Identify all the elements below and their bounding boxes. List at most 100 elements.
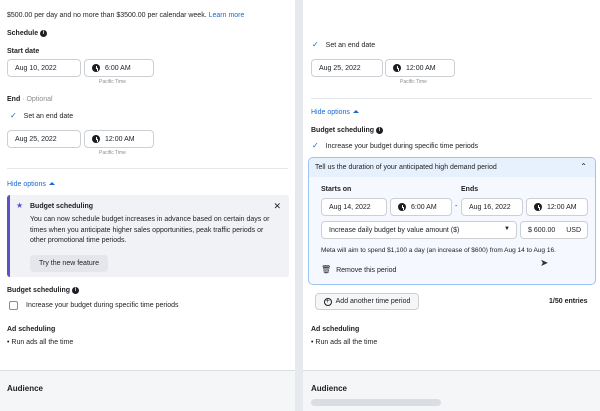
period-end-date-field[interactable]: Aug 16, 2022 bbox=[461, 198, 523, 216]
add-time-period-button[interactable]: + Add another time period bbox=[315, 293, 419, 310]
start-time-value: 6:00 AM bbox=[105, 64, 131, 72]
spend-note: $500.00 per day and no more than $3500.0… bbox=[7, 12, 244, 19]
add-time-period-label: Add another time period bbox=[335, 298, 411, 305]
ad-scheduling-title: Ad scheduling bbox=[311, 326, 360, 333]
end-time-field[interactable]: 12:00 AM bbox=[84, 130, 154, 148]
starts-on-label: Starts on bbox=[321, 186, 352, 193]
set-end-date-label: Set an end date bbox=[23, 113, 74, 120]
end-timezone: Pacific Time bbox=[99, 150, 126, 156]
range-dash: - bbox=[455, 203, 458, 210]
dropdown-caret-icon: ▼ bbox=[504, 226, 510, 232]
info-icon[interactable]: i bbox=[40, 30, 48, 37]
end-date-field[interactable]: Aug 25, 2022 bbox=[311, 59, 383, 77]
period-end-date-value: Aug 16, 2022 bbox=[469, 203, 511, 211]
meta-spend-note: Meta will aim to spend $1,100 a day (an … bbox=[321, 247, 556, 254]
spend-note-text: $500.00 per day and no more than $3500.0… bbox=[7, 12, 207, 19]
promo-title: Budget scheduling bbox=[30, 203, 93, 210]
budget-scheduling-title: Budget scheduling i bbox=[311, 127, 383, 134]
clock-icon bbox=[92, 135, 100, 143]
period-end-time-value: 12:00 AM bbox=[547, 203, 577, 211]
period-header[interactable]: Tell us the duration of your anticipated… bbox=[309, 158, 595, 177]
end-timezone: Pacific Time bbox=[400, 79, 427, 85]
run-ads-text: • Run ads all the time bbox=[7, 339, 74, 346]
amount-input[interactable]: $ 600.00 USD bbox=[520, 221, 588, 239]
divider bbox=[7, 168, 288, 169]
plus-icon: + bbox=[323, 297, 332, 306]
clock-icon bbox=[92, 64, 100, 72]
time-period-card: Tell us the duration of your anticipated… bbox=[308, 157, 596, 285]
remove-period-button[interactable]: 🗑 Remove this period bbox=[321, 265, 396, 274]
hide-options-text: Hide options bbox=[7, 181, 46, 188]
start-timezone: Pacific Time bbox=[99, 79, 126, 85]
increase-budget-label: Increase your budget during specific tim… bbox=[325, 143, 479, 150]
period-start-time-value: 6:00 AM bbox=[411, 203, 437, 211]
hide-options-text: Hide options bbox=[311, 109, 350, 116]
start-time-field[interactable]: 6:00 AM bbox=[84, 59, 154, 77]
budget-scheduling-promo: ★ Budget scheduling ✕ You can now schedu… bbox=[7, 195, 289, 277]
period-end-time-field[interactable]: 12:00 AM bbox=[526, 198, 588, 216]
currency-label: USD bbox=[566, 226, 581, 234]
checkmark-icon: ✓ bbox=[312, 141, 319, 150]
schedule-title: Schedule i bbox=[7, 30, 48, 37]
increase-budget-check[interactable]: ✓ Increase your budget during specific t… bbox=[312, 141, 478, 150]
end-time-value: 12:00 AM bbox=[406, 64, 436, 72]
right-panel: ✓ Set an end date Aug 25, 2022 12:00 AM … bbox=[303, 0, 600, 411]
trash-icon: 🗑 bbox=[321, 265, 332, 274]
audience-title: Audience bbox=[311, 384, 348, 393]
increase-budget-checkbox[interactable] bbox=[9, 301, 18, 310]
checkmark-icon: ✓ bbox=[10, 111, 17, 120]
try-new-feature-label: Try the new feature bbox=[38, 260, 100, 267]
period-header-text: Tell us the duration of your anticipated… bbox=[315, 164, 497, 171]
budget-scheduling-title: Budget scheduling i bbox=[7, 287, 79, 294]
start-date-label: Start date bbox=[7, 48, 40, 55]
learn-more-link[interactable]: Learn more bbox=[209, 12, 245, 19]
end-date-value: Aug 25, 2022 bbox=[15, 135, 57, 143]
period-start-date-value: Aug 14, 2022 bbox=[329, 203, 371, 211]
end-label: End · Optional bbox=[7, 96, 53, 103]
audience-section: Audience bbox=[0, 370, 295, 411]
run-ads-text: • Run ads all the time bbox=[311, 339, 378, 346]
schedule-title-text: Schedule bbox=[7, 30, 39, 37]
period-start-time-field[interactable]: 6:00 AM bbox=[390, 198, 452, 216]
optional-label: · Optional bbox=[22, 96, 53, 103]
amount-value: $ 600.00 bbox=[528, 226, 556, 234]
clock-icon bbox=[393, 64, 401, 72]
increase-type-value: Increase daily budget by value amount ($… bbox=[329, 226, 460, 234]
increase-budget-label: Increase your budget during specific tim… bbox=[26, 302, 179, 309]
audience-section: Audience bbox=[303, 370, 600, 411]
close-icon[interactable]: ✕ bbox=[273, 201, 281, 212]
end-time-field[interactable]: 12:00 AM bbox=[385, 59, 455, 77]
increase-type-select[interactable]: Increase daily budget by value amount ($… bbox=[321, 221, 517, 239]
hide-options-link[interactable]: Hide options bbox=[7, 181, 55, 188]
chevron-up-icon[interactable]: ⌃ bbox=[580, 162, 587, 171]
end-label-text: End bbox=[7, 96, 21, 103]
set-end-date-check[interactable]: ✓ Set an end date bbox=[312, 40, 375, 49]
info-icon[interactable]: i bbox=[376, 127, 383, 134]
caret-up-icon bbox=[48, 182, 55, 185]
period-start-date-field[interactable]: Aug 14, 2022 bbox=[321, 198, 387, 216]
try-new-feature-button[interactable]: Try the new feature bbox=[30, 255, 108, 272]
ends-label: Ends bbox=[461, 186, 479, 193]
start-date-field[interactable]: Aug 10, 2022 bbox=[7, 59, 81, 77]
clock-icon bbox=[534, 203, 542, 211]
budget-scheduling-title-text: Budget scheduling bbox=[311, 127, 374, 134]
set-end-date-check[interactable]: ✓ Set an end date bbox=[10, 111, 73, 120]
end-date-field[interactable]: Aug 25, 2022 bbox=[7, 130, 81, 148]
clock-icon bbox=[398, 203, 406, 211]
entries-count: 1/50 entries bbox=[549, 298, 588, 305]
start-date-value: Aug 10, 2022 bbox=[15, 64, 57, 72]
checkmark-icon: ✓ bbox=[312, 40, 319, 49]
remove-period-label: Remove this period bbox=[336, 267, 397, 274]
end-date-value: Aug 25, 2022 bbox=[319, 64, 361, 72]
sparkle-icon: ★ bbox=[16, 201, 24, 210]
hide-options-link[interactable]: Hide options bbox=[311, 109, 359, 116]
caret-up-icon bbox=[352, 110, 359, 113]
divider bbox=[311, 98, 592, 99]
budget-scheduling-title-text: Budget scheduling bbox=[7, 287, 70, 294]
loading-placeholder bbox=[311, 399, 441, 406]
cursor-icon: ➤ bbox=[540, 258, 549, 269]
end-time-value: 12:00 AM bbox=[105, 135, 135, 143]
info-icon[interactable]: i bbox=[72, 287, 79, 294]
left-panel: $500.00 per day and no more than $3500.0… bbox=[0, 0, 295, 411]
audience-title: Audience bbox=[7, 384, 44, 393]
